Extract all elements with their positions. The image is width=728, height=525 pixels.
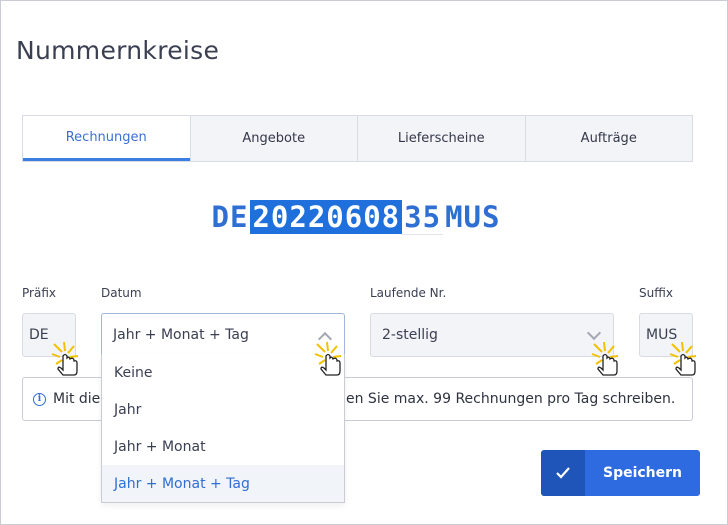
datum-dropdown-list: Keine Jahr Jahr + Monat Jahr + Monat + T…	[101, 354, 345, 503]
dropdown-option[interactable]: Jahr + Monat	[102, 428, 344, 465]
preview-number: 35	[402, 200, 444, 235]
save-button[interactable]: Speichern	[541, 450, 700, 496]
tab-angebote[interactable]: Angebote	[189, 116, 357, 161]
click-hand-icon	[51, 341, 79, 376]
info-text-left: Mit dies	[53, 391, 108, 407]
click-hand-icon	[314, 341, 342, 376]
preview-date: 20220608	[250, 200, 403, 234]
preview-prefix: DE	[211, 200, 249, 234]
page-title: Nummernkreise	[16, 36, 220, 65]
check-icon	[541, 450, 585, 496]
datum-label: Datum	[101, 286, 142, 300]
click-hand-icon	[669, 341, 697, 376]
tab-lieferscheine[interactable]: Lieferscheine	[357, 116, 525, 161]
praefix-label: Präfix	[22, 286, 56, 300]
dropdown-option-selected[interactable]: Jahr + Monat + Tag	[102, 465, 344, 502]
laufende-nr-select[interactable]: 2-stellig	[370, 313, 614, 357]
laufende-nr-label: Laufende Nr.	[370, 286, 447, 300]
tab-rechnungen[interactable]: Rechnungen	[23, 116, 190, 161]
datum-value: Jahr + Monat + Tag	[113, 327, 249, 343]
info-icon: i	[33, 392, 46, 406]
chevron-down-icon	[586, 325, 602, 341]
tab-bar: Rechnungen Angebote Lieferscheine Aufträ…	[22, 115, 693, 162]
dropdown-option[interactable]: Keine	[102, 354, 344, 391]
praefix-value: DE	[29, 327, 49, 343]
datum-select[interactable]: Jahr + Monat + Tag	[101, 313, 345, 357]
preview-suffix: MUS	[445, 200, 501, 234]
laufende-nr-value: 2-stellig	[382, 327, 438, 343]
number-preview: DE 20220608 35 MUS	[0, 200, 712, 235]
tab-auftraege[interactable]: Aufträge	[524, 116, 692, 161]
info-text-right: en Sie max. 99 Rechnungen pro Tag schrei…	[346, 391, 676, 407]
dropdown-option[interactable]: Jahr	[102, 391, 344, 428]
suffix-label: Suffix	[639, 286, 673, 300]
save-button-label: Speichern	[585, 450, 700, 496]
click-hand-icon	[591, 341, 619, 376]
